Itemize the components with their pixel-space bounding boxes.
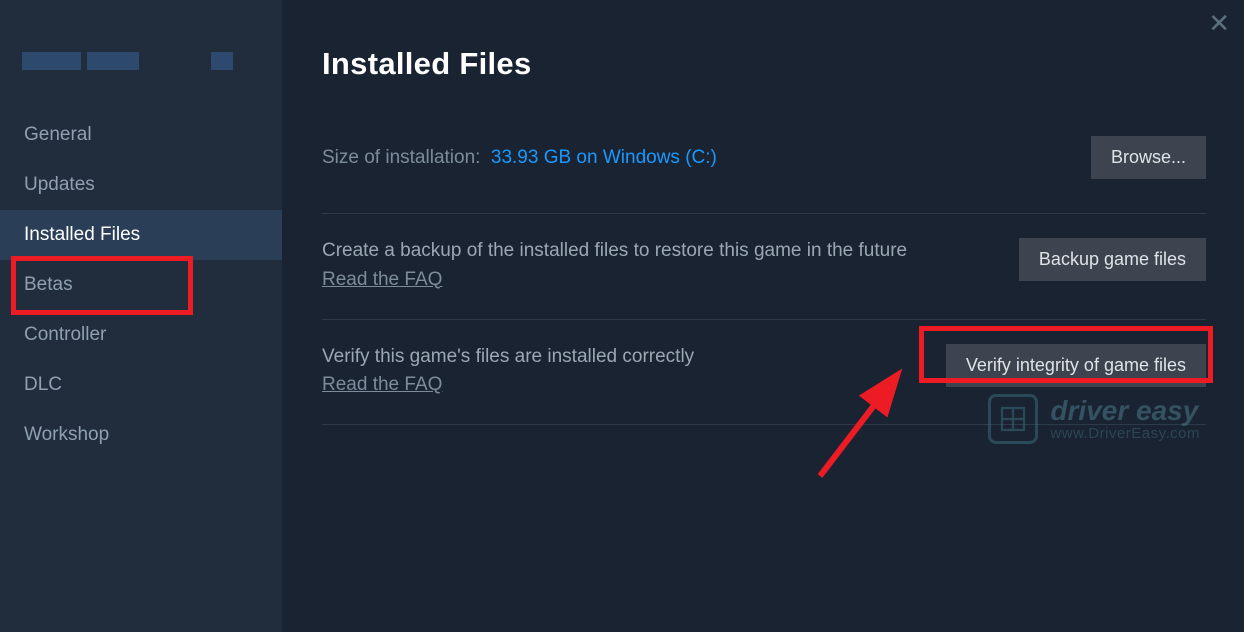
header-placeholder — [211, 52, 233, 70]
verify-button[interactable]: Verify integrity of game files — [946, 344, 1206, 387]
sidebar-header — [0, 52, 282, 110]
sidebar-item-label: General — [24, 124, 92, 145]
sidebar-item-label: Updates — [24, 174, 95, 195]
size-row: Size of installation: 33.93 GB on Window… — [322, 136, 1206, 179]
watermark-url: www.DriverEasy.com — [1050, 425, 1200, 442]
page-title: Installed Files — [322, 46, 1206, 82]
backup-description: Create a backup of the installed files t… — [322, 238, 907, 265]
watermark-text: driver easy www.DriverEasy.com — [1050, 397, 1200, 442]
size-info: Size of installation: 33.93 GB on Window… — [322, 147, 717, 169]
faq-link-backup[interactable]: Read the FAQ — [322, 269, 442, 291]
close-icon[interactable]: ✕ — [1208, 10, 1230, 36]
backup-section: Create a backup of the installed files t… — [322, 214, 1206, 319]
sidebar-item-label: Betas — [24, 274, 73, 295]
size-label: Size of installation: — [322, 147, 480, 168]
sidebar-item-general[interactable]: General — [0, 110, 282, 160]
sidebar-item-label: Controller — [24, 324, 106, 345]
watermark: driver easy www.DriverEasy.com — [988, 394, 1200, 444]
sidebar-item-updates[interactable]: Updates — [0, 160, 282, 210]
size-value: 33.93 GB on Windows (C:) — [491, 147, 717, 168]
sidebar-item-label: DLC — [24, 374, 62, 395]
verify-description: Verify this game's files are installed c… — [322, 344, 694, 371]
sidebar-item-controller[interactable]: Controller — [0, 310, 282, 360]
browse-button[interactable]: Browse... — [1091, 136, 1206, 179]
watermark-logo-icon — [988, 394, 1038, 444]
sidebar-item-label: Installed Files — [24, 224, 140, 245]
backup-button[interactable]: Backup game files — [1019, 238, 1206, 281]
sidebar-item-betas[interactable]: Betas — [0, 260, 282, 310]
header-placeholder — [22, 52, 81, 70]
header-placeholder — [87, 52, 139, 70]
sidebar: General Updates Installed Files Betas Co… — [0, 0, 282, 632]
sidebar-item-installed-files[interactable]: Installed Files — [0, 210, 282, 260]
faq-link-verify[interactable]: Read the FAQ — [322, 374, 442, 396]
main-content: ✕ Installed Files Size of installation: … — [282, 0, 1244, 632]
sidebar-item-dlc[interactable]: DLC — [0, 360, 282, 410]
watermark-title: driver easy — [1050, 397, 1200, 425]
sidebar-item-workshop[interactable]: Workshop — [0, 410, 282, 460]
sidebar-item-label: Workshop — [24, 424, 109, 445]
